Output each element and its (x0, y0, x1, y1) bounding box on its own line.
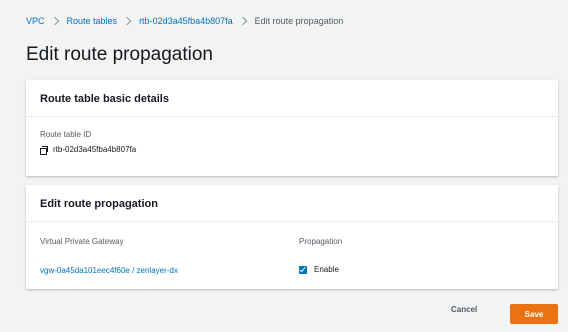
edit-propagation-panel: Edit route propagation Virtual Private G… (26, 185, 558, 289)
column-header-gateway: Virtual Private Gateway (40, 237, 124, 246)
route-table-id-label: Route table ID (40, 130, 92, 139)
cancel-button[interactable]: Cancel (451, 305, 477, 314)
chevron-right-icon (50, 16, 59, 26)
route-table-details-panel: Route table basic details Route table ID… (26, 80, 558, 176)
page-title: Edit route propagation (26, 44, 213, 65)
save-button[interactable]: Save (510, 304, 558, 324)
checkbox-checked-icon[interactable] (299, 265, 307, 274)
breadcrumb: VPC Route tables rtb-02d3a45fba4b807fa E… (26, 15, 343, 27)
copy-icon[interactable] (40, 145, 49, 155)
gateway-link[interactable]: vgw-0a45da101eec4f60e / zenlayer-dx (40, 266, 178, 275)
breadcrumb-route-table-id[interactable]: rtb-02d3a45fba4b807fa (139, 15, 233, 27)
enable-label: Enable (314, 265, 339, 274)
panel-header: Route table basic details (26, 80, 558, 117)
route-table-id-row: rtb-02d3a45fba4b807fa (40, 145, 137, 155)
panel-header: Edit route propagation (26, 185, 558, 222)
breadcrumb-vpc[interactable]: VPC (26, 15, 45, 27)
enable-propagation-checkbox[interactable]: Enable (299, 265, 339, 274)
breadcrumb-route-tables[interactable]: Route tables (67, 15, 118, 27)
route-table-id-value: rtb-02d3a45fba4b807fa (53, 145, 137, 154)
chevron-right-icon (122, 16, 132, 26)
column-header-propagation: Propagation (299, 237, 343, 246)
chevron-right-icon (238, 16, 247, 26)
breadcrumb-current: Edit route propagation (254, 16, 344, 26)
